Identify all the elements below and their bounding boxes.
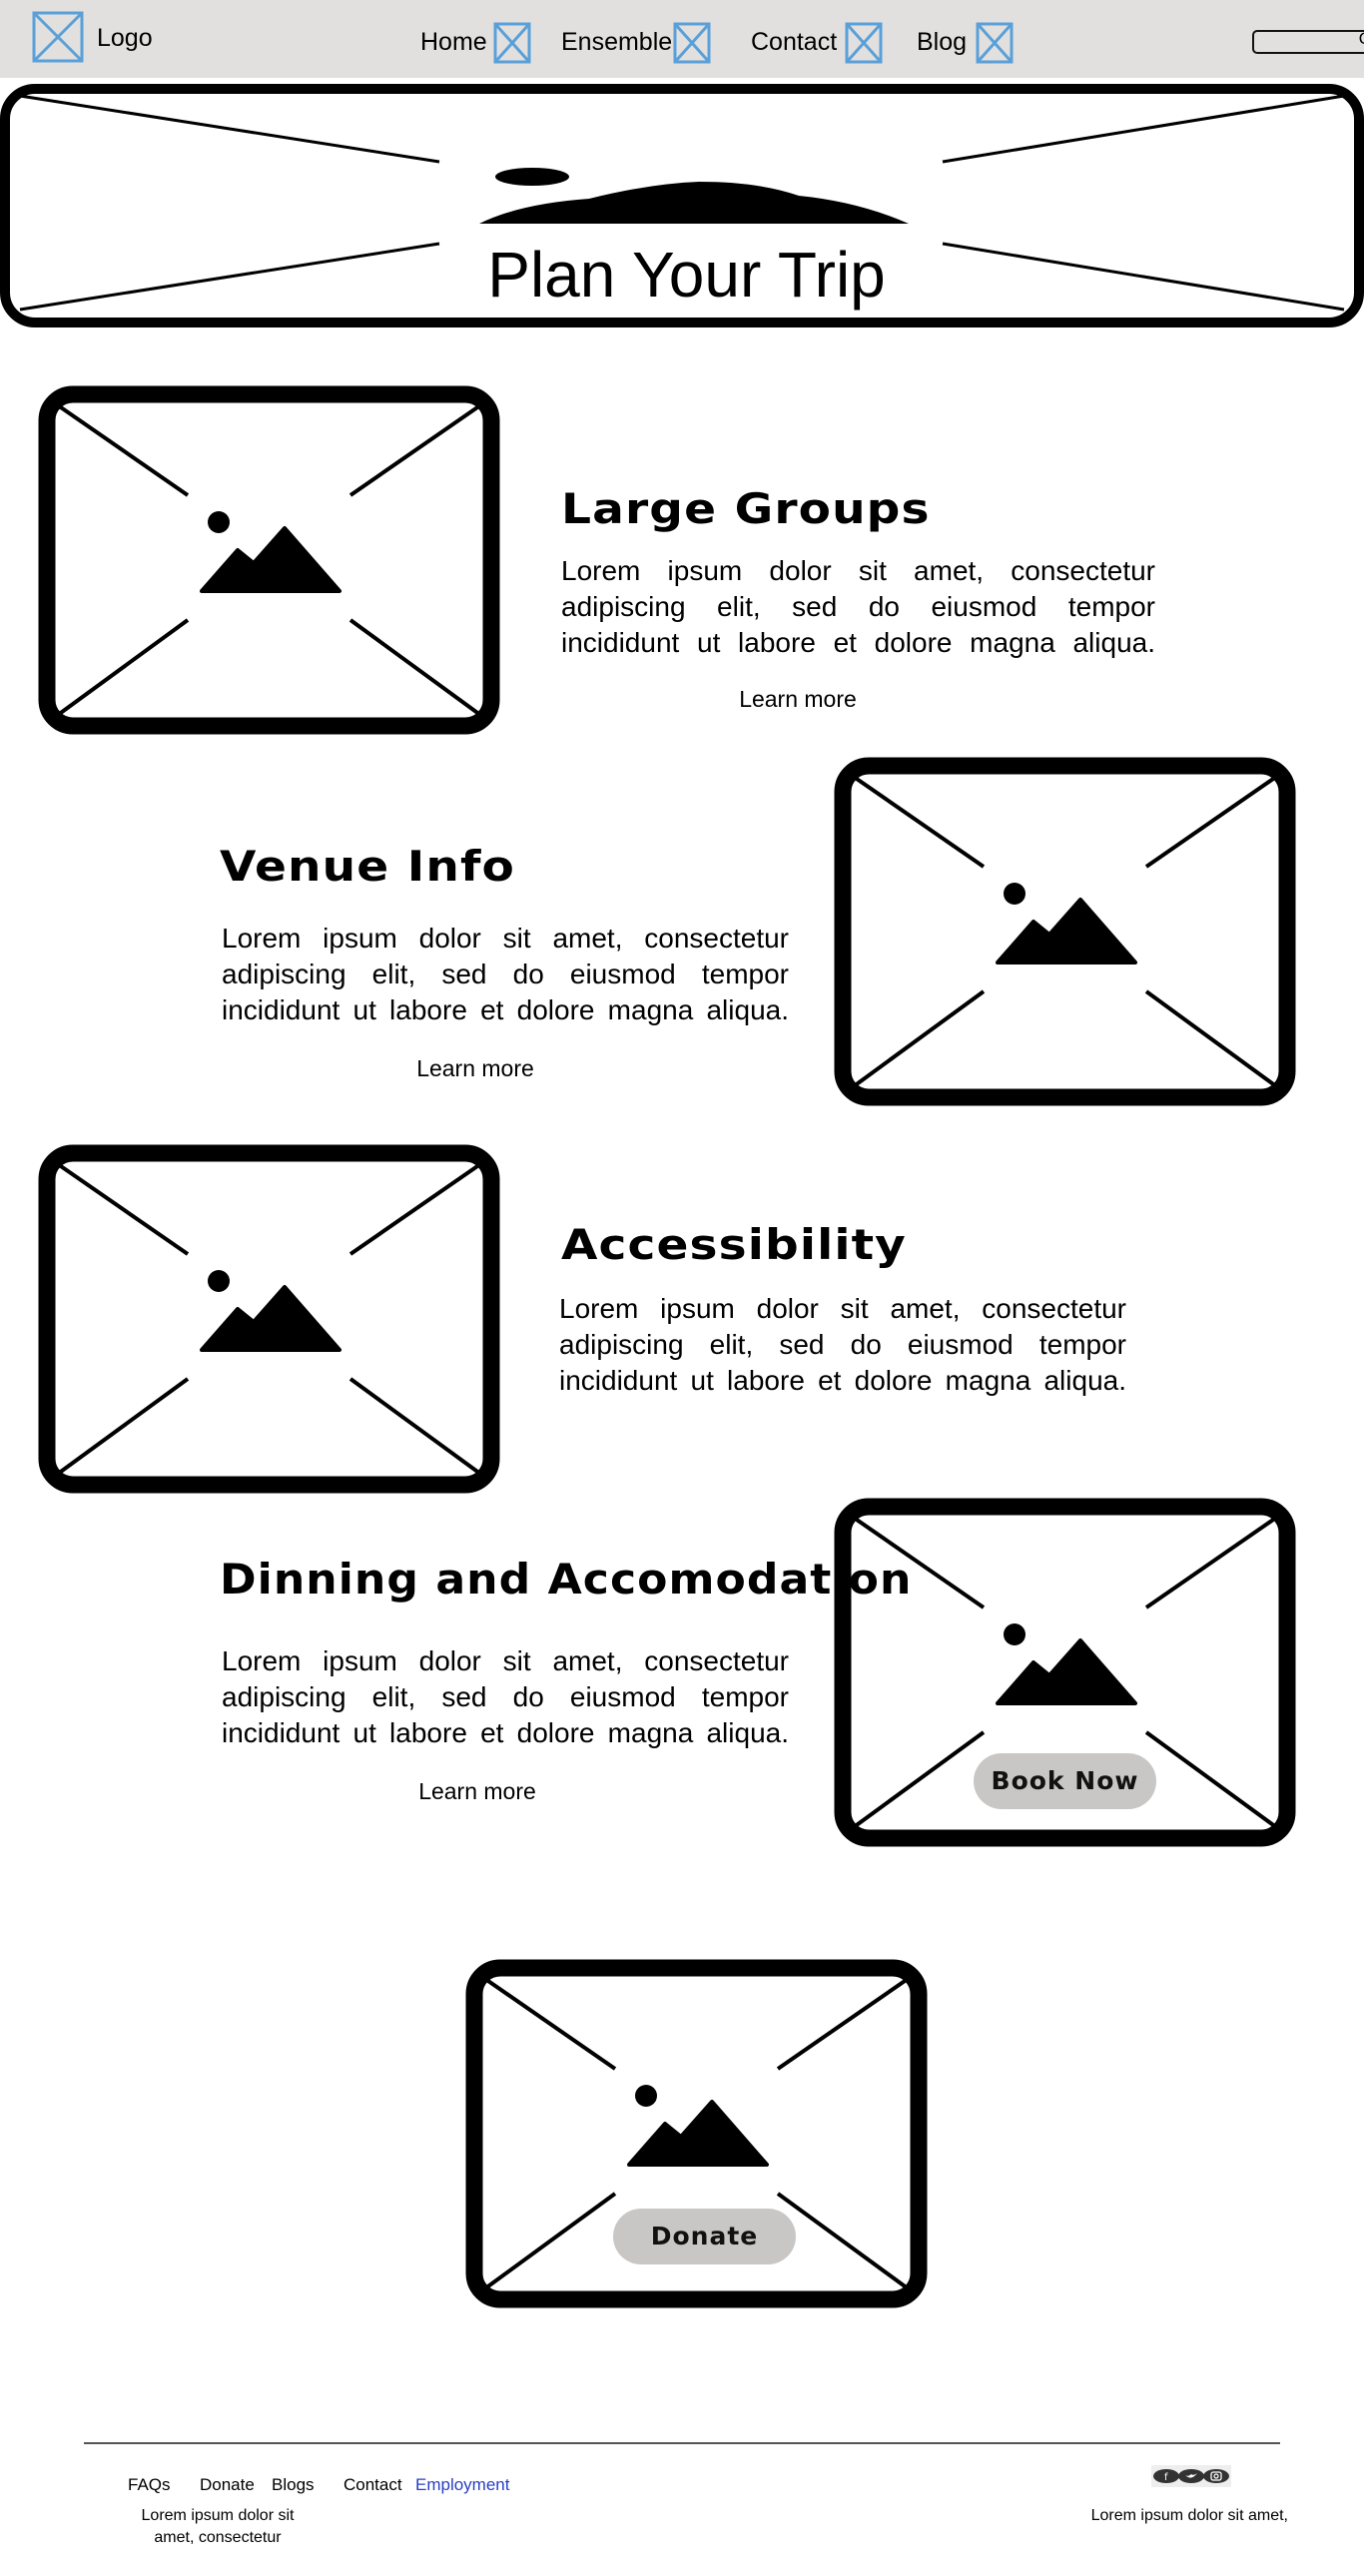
nav-blog-image-icon (976, 22, 1014, 64)
footer-link-faqs[interactable]: FAQs (128, 2475, 171, 2495)
twitter-icon[interactable] (1178, 2469, 1204, 2483)
section-text-venue-info: Lorem ipsum dolor sit amet, consectetur … (222, 923, 789, 1025)
svg-text:f: f (1164, 2472, 1168, 2483)
venue-info-image (834, 757, 1296, 1106)
learn-more-venue-info-link[interactable]: Learn more (375, 1055, 575, 1082)
learn-more-large-groups-link[interactable]: Learn more (698, 686, 898, 713)
large-groups-image (38, 385, 500, 735)
page-title: Plan Your Trip (487, 239, 886, 311)
accessibility-image (38, 1144, 500, 1494)
donate-button[interactable]: Donate (613, 2209, 796, 2264)
nav-home-image-icon (493, 22, 531, 64)
book-now-button[interactable]: Book Now (974, 1753, 1156, 1809)
facebook-icon[interactable]: f (1153, 2469, 1179, 2483)
logo-label[interactable]: Logo (97, 24, 153, 53)
search-input[interactable]: Q (1252, 29, 1364, 54)
site-header: Logo Home Ensemble Contact Blog Q (0, 0, 1364, 78)
section-title-dining-accomodation: Dinning and Accomodation (220, 1555, 913, 1604)
section-text-large-groups: Lorem ipsum dolor sit amet, consectetur … (561, 555, 1155, 658)
section-text-accessibility: Lorem ipsum dolor sit amet, consectetur … (559, 1293, 1126, 1396)
footer-link-blogs[interactable]: Blogs (272, 2475, 315, 2495)
nav-ensemble[interactable]: Ensemble (561, 28, 672, 57)
footer-link-employment[interactable]: Employment (415, 2475, 509, 2495)
nav-home[interactable]: Home (420, 28, 487, 57)
section-title-accessibility: Accessibility (561, 1220, 907, 1269)
nav-ensemble-image-icon (673, 22, 711, 64)
search-icon[interactable]: Q (1359, 29, 1364, 49)
logo-icon[interactable] (32, 11, 84, 63)
instagram-icon[interactable] (1203, 2469, 1229, 2483)
footer-link-contact[interactable]: Contact (343, 2475, 402, 2495)
nav-contact-image-icon (845, 22, 883, 64)
nav-contact[interactable]: Contact (751, 28, 837, 57)
footer-divider (84, 2442, 1280, 2444)
footer-right-text: Lorem ipsum dolor sit amet, (1090, 2507, 1288, 2524)
section-title-large-groups: Large Groups (561, 484, 931, 533)
nav-blog[interactable]: Blog (917, 28, 967, 57)
footer-link-donate[interactable]: Donate (200, 2475, 255, 2495)
section-text-dining-accomodation: Lorem ipsum dolor sit amet, consectetur … (222, 1645, 789, 1748)
section-title-venue-info: Venue Info (220, 842, 515, 891)
footer-left-text: Lorem ipsum dolor sit amet, consectetur (141, 2507, 295, 2546)
social-icons: f (1151, 2465, 1231, 2487)
learn-more-dining-link[interactable]: Learn more (377, 1778, 577, 1805)
